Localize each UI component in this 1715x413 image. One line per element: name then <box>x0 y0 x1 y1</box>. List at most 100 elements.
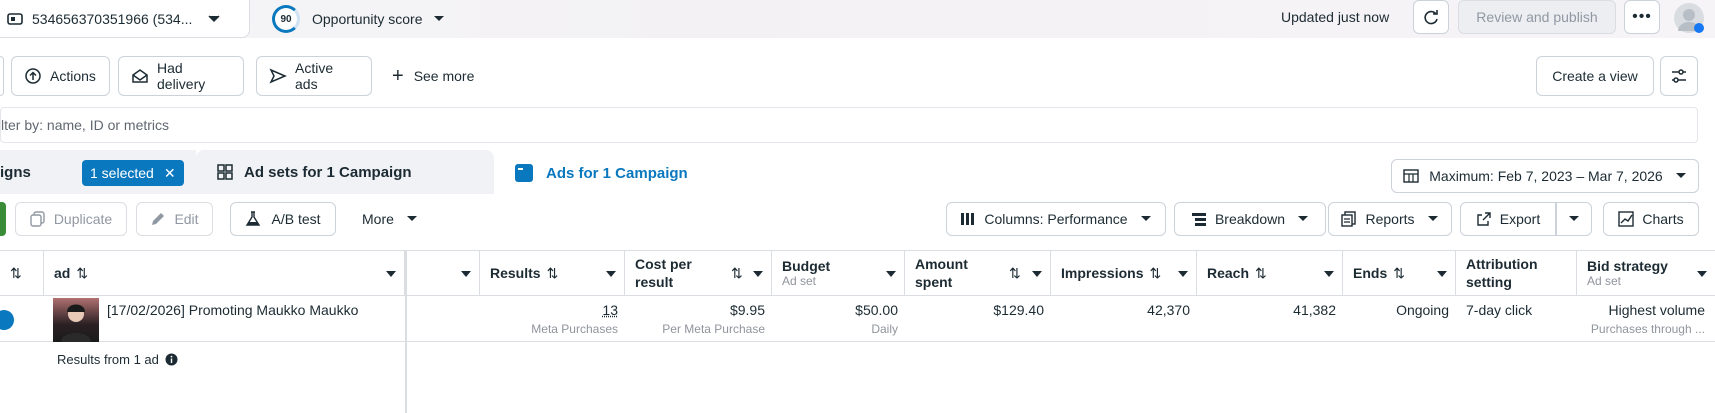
score-ring: 90 <box>272 5 300 33</box>
header-label: Amount spent <box>915 256 968 290</box>
sort-column-header[interactable]: ⇅ <box>0 251 44 295</box>
refresh-icon <box>1422 8 1440 26</box>
review-publish-button[interactable]: Review and publish <box>1458 0 1616 34</box>
reports-button[interactable]: Reports <box>1328 202 1452 236</box>
create-button-partial[interactable] <box>0 202 6 236</box>
chevron-down-icon <box>1140 215 1152 223</box>
export-button[interactable]: Export <box>1460 202 1556 236</box>
charts-button[interactable]: Charts <box>1603 202 1699 236</box>
table-row[interactable]: [17/02/2026] Promoting Maukko Maukko 13 … <box>0 296 1715 342</box>
reports-icon <box>1341 211 1357 227</box>
chevron-down-icon <box>1697 271 1707 277</box>
duplicate-button[interactable]: Duplicate <box>15 202 127 236</box>
impressions-value: 42,370 <box>1147 302 1190 318</box>
tab-ads[interactable]: Ads for 1 Campaign <box>502 150 786 196</box>
chevron-down-icon <box>1437 271 1447 277</box>
header-label: Budget <box>782 258 831 274</box>
tab-ad-sets[interactable]: Ad sets for 1 Campaign <box>196 150 494 194</box>
tab-ads-label: Ads for 1 Campaign <box>546 164 688 182</box>
column-header-cost-per-result[interactable]: Cost per result ⇅ <box>625 251 772 295</box>
info-icon[interactable] <box>165 353 178 366</box>
see-more-label: See more <box>413 68 475 84</box>
breakdown-icon <box>1191 211 1207 227</box>
ellipsis-icon: ••• <box>1632 8 1652 25</box>
tab-campaigns[interactable]: igns 1 selected ✕ <box>0 150 196 194</box>
frozen-column-divider <box>405 250 407 413</box>
budget-sublabel: Daily <box>871 322 898 336</box>
column-header-budget[interactable]: Budget Ad set <box>772 251 905 295</box>
create-view-button[interactable]: Create a view <box>1536 56 1654 96</box>
attribution-value: 7-day click <box>1466 302 1533 318</box>
selected-label: 1 selected <box>90 165 154 181</box>
chevron-down-icon <box>1568 215 1580 223</box>
more-options-button[interactable]: ••• <box>1624 0 1660 34</box>
filter-chip-actions[interactable]: Actions <box>11 56 110 96</box>
column-header-ends[interactable]: Ends ⇅ <box>1343 251 1456 295</box>
ad-account-icon <box>6 10 24 28</box>
breakdown-button[interactable]: Breakdown <box>1174 202 1326 236</box>
chevron-down-icon <box>753 271 763 277</box>
envelope-icon <box>131 67 149 85</box>
column-header-attribution[interactable]: Attribution setting <box>1456 251 1577 295</box>
account-selector[interactable]: 534656370351966 (534... <box>0 0 250 38</box>
results-value[interactable]: 13 <box>480 302 618 318</box>
ad-name-link[interactable]: [17/02/2026] Promoting Maukko Maukko <box>107 302 358 318</box>
filter-chip-had-delivery[interactable]: Had delivery <box>118 56 244 96</box>
column-header-bid-strategy[interactable]: Bid strategy Ad set <box>1577 251 1715 295</box>
results-sublabel: Meta Purchases <box>531 322 618 336</box>
send-icon <box>269 67 287 85</box>
chevron-down-icon <box>406 215 418 223</box>
filter-chip-active-ads[interactable]: Active ads <box>256 56 372 96</box>
ab-test-label: A/B test <box>271 211 321 227</box>
header-label: Reach <box>1207 265 1250 281</box>
header-label: Results <box>490 265 541 281</box>
chart-icon <box>1618 211 1635 227</box>
column-header-unnamed[interactable] <box>407 251 480 295</box>
tab-ad-sets-label: Ad sets for 1 Campaign <box>244 163 412 181</box>
sort-icon: ⇅ <box>731 264 743 281</box>
column-header-reach[interactable]: Reach ⇅ <box>1197 251 1343 295</box>
sort-icon: ⇅ <box>1393 264 1405 281</box>
chevron-down-icon <box>433 15 445 23</box>
results-footer: Results from 1 ad <box>57 350 178 368</box>
export-label: Export <box>1499 211 1541 227</box>
chip-label: Active ads <box>295 60 334 92</box>
see-more-button[interactable]: + See more <box>392 66 474 86</box>
columns-button[interactable]: Columns: Performance <box>946 202 1166 236</box>
sort-icon: ⇅ <box>546 264 559 281</box>
columns-icon <box>960 211 976 227</box>
ads-tab-icon <box>514 163 534 183</box>
date-range-picker[interactable]: Maximum: Feb 7, 2023 – Mar 7, 2026 <box>1391 159 1699 193</box>
header-sublabel: Ad set <box>782 274 817 288</box>
edit-button[interactable]: Edit <box>136 202 213 236</box>
header-label: Cost per result <box>635 256 692 290</box>
filter-chip-partial[interactable] <box>0 56 4 96</box>
search-input[interactable]: lter by: name, ID or metrics <box>0 107 1698 143</box>
chip-label: Actions <box>50 68 96 84</box>
search-placeholder: lter by: name, ID or metrics <box>1 117 170 133</box>
flask-icon <box>245 211 261 227</box>
chevron-down-icon <box>1427 215 1439 223</box>
footer-label: Results from 1 ad <box>57 351 159 367</box>
column-header-impressions[interactable]: Impressions ⇅ <box>1051 251 1197 295</box>
bid-strategy-value: Highest volume <box>1608 302 1706 318</box>
view-settings-button[interactable] <box>1660 56 1698 96</box>
column-header-ad[interactable]: ad ⇅ <box>44 251 405 295</box>
selected-badge[interactable]: 1 selected ✕ <box>82 160 184 186</box>
sort-icon: ⇅ <box>76 264 89 281</box>
export-dropdown-button[interactable] <box>1556 202 1592 236</box>
refresh-button[interactable] <box>1413 0 1449 34</box>
opportunity-score[interactable]: 90 Opportunity score <box>272 4 445 34</box>
column-header-amount-spent[interactable]: Amount spent ⇅ <box>905 251 1051 295</box>
column-header-results[interactable]: Results ⇅ <box>480 251 625 295</box>
sort-icon: ⇅ <box>1009 264 1021 281</box>
chevron-down-icon <box>386 271 396 277</box>
ab-test-button[interactable]: A/B test <box>230 202 336 236</box>
header-label: ad <box>54 265 71 281</box>
more-button[interactable]: More <box>352 202 430 236</box>
close-icon[interactable]: ✕ <box>164 165 176 182</box>
chevron-down-icon <box>1324 271 1334 277</box>
status-toggle[interactable] <box>0 310 14 330</box>
opportunity-label: Opportunity score <box>312 11 423 27</box>
avatar[interactable] <box>1674 3 1704 33</box>
